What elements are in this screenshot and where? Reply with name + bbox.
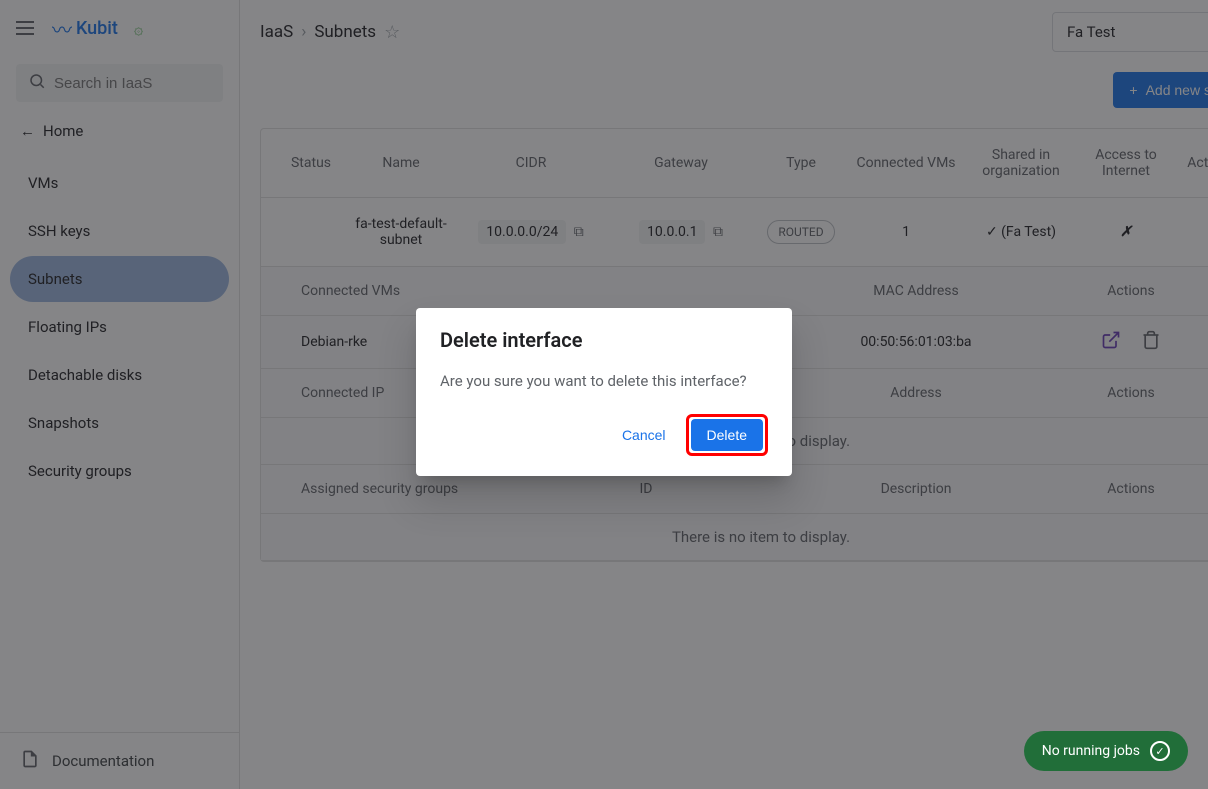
- delete-highlight: Delete: [686, 414, 768, 456]
- cancel-button[interactable]: Cancel: [610, 419, 678, 451]
- jobs-label: No running jobs: [1042, 743, 1140, 759]
- jobs-status-pill[interactable]: No running jobs ✓: [1024, 731, 1188, 771]
- dialog-message: Are you sure you want to delete this int…: [440, 372, 768, 390]
- delete-button[interactable]: Delete: [691, 419, 763, 451]
- dialog-actions: Cancel Delete: [440, 414, 768, 456]
- delete-dialog: Delete interface Are you sure you want t…: [416, 308, 792, 476]
- dialog-title: Delete interface: [440, 328, 768, 352]
- check-circle-icon: ✓: [1150, 741, 1170, 761]
